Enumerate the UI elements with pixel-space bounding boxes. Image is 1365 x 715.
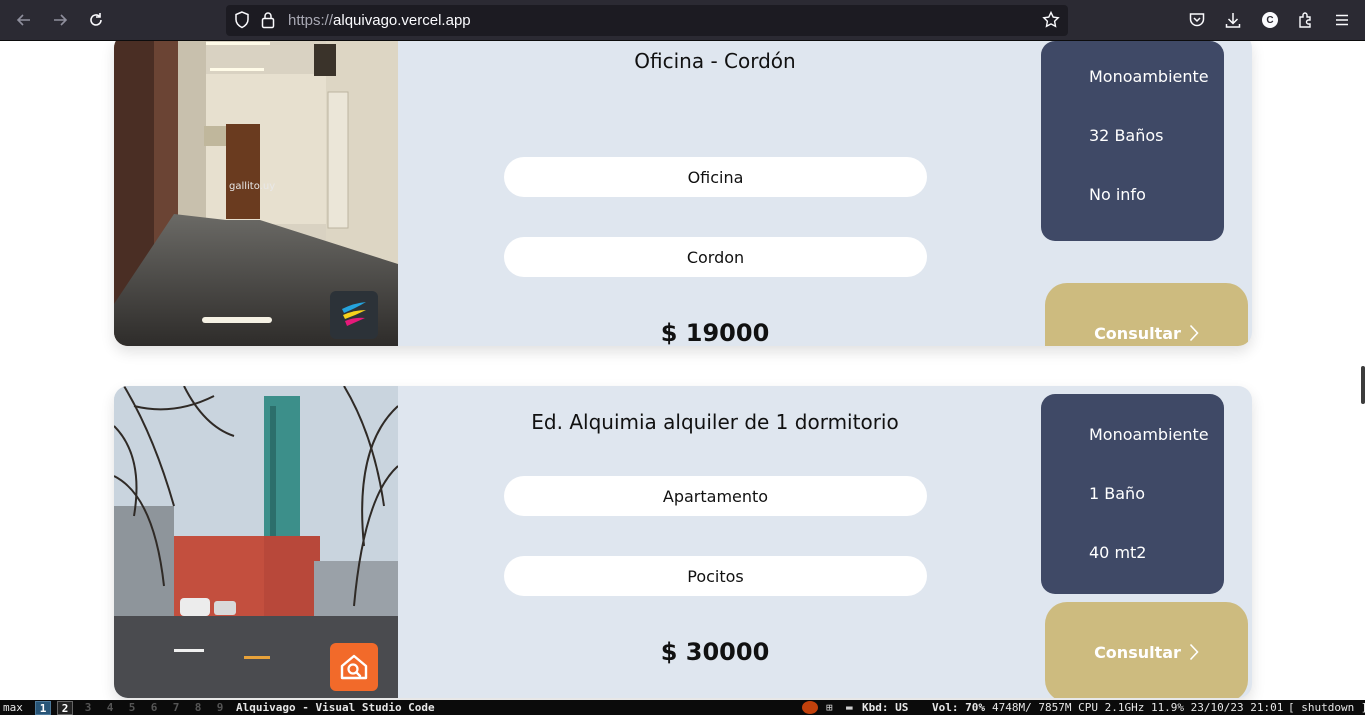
reload-icon[interactable] <box>84 8 108 32</box>
chevron-right-icon <box>1189 324 1199 342</box>
listing-price: $ 19000 <box>660 319 770 346</box>
listing-title: Oficina - Cordón <box>634 49 796 73</box>
gallito-logo <box>330 291 378 339</box>
network-tray-icon[interactable]: ⊞ <box>826 701 833 714</box>
baths-text: 32 Baños <box>1089 126 1164 145</box>
workspace-2[interactable]: 2 <box>57 701 73 715</box>
consultar-button[interactable]: Consultar <box>1045 602 1248 698</box>
url-scheme: https:// <box>288 12 334 29</box>
listing-title: Ed. Alquimia alquiler de 1 dormitorio <box>531 410 899 434</box>
volume-level: Vol: 70% <box>932 701 985 714</box>
system-stats: 4748M/ 7857M CPU 2.1GHz 11.9% 23/10/23 2… <box>992 701 1284 714</box>
battery-tray-icon[interactable]: ▬ <box>846 701 853 714</box>
account-icon[interactable]: C <box>1258 8 1282 32</box>
workspace-1[interactable]: 1 <box>35 701 51 715</box>
consultar-button[interactable]: Consultar <box>1045 283 1248 346</box>
keyboard-layout: Kbd: US <box>862 701 909 714</box>
downloads-icon[interactable] <box>1221 8 1245 32</box>
url-host: alquivago.vercel.app <box>333 12 471 29</box>
extensions-icon[interactable] <box>1294 8 1318 32</box>
window-title: Alquivago - Visual Studio Code <box>236 701 435 714</box>
account-avatar: C <box>1262 12 1278 28</box>
workspace-3[interactable]: 3 <box>80 701 96 715</box>
workspace-4[interactable]: 4 <box>102 701 118 715</box>
layout-mode: max <box>3 701 23 714</box>
area-text: 40 mt2 <box>1089 543 1147 562</box>
system-taskbar: max 1 2 3 4 5 6 7 8 9 Alquivago - Visual… <box>0 700 1365 715</box>
listing-card: gallito.uy Oficina - Cordón Oficina Cord… <box>114 41 1252 346</box>
bookmark-star-icon[interactable] <box>1042 10 1060 33</box>
browser-toolbar: https://alquivago.vercel.app C <box>0 0 1365 41</box>
area-text: No info <box>1089 185 1146 204</box>
property-type-pill: Apartamento <box>504 476 927 516</box>
page-scrollbar[interactable] <box>1361 366 1365 404</box>
watermark-text: gallito.uy <box>229 181 275 192</box>
infocasas-logo <box>330 643 378 691</box>
pocket-icon[interactable] <box>1185 8 1209 32</box>
property-type-pill: Oficina <box>504 157 927 197</box>
neighborhood-pill: Pocitos <box>504 556 927 596</box>
workspace-9[interactable]: 9 <box>212 701 228 715</box>
forward-icon[interactable] <box>48 8 72 32</box>
workspace-7[interactable]: 7 <box>168 701 184 715</box>
listing-photo[interactable]: gallito.uy <box>114 41 398 346</box>
neighborhood-pill: Cordon <box>504 237 927 277</box>
lock-icon[interactable] <box>261 11 275 33</box>
baths-text: 1 Baño <box>1089 484 1145 503</box>
rooms-text: Monoambiente <box>1089 67 1209 86</box>
web-page: gallito.uy Oficina - Cordón Oficina Cord… <box>0 41 1365 700</box>
workspace-8[interactable]: 8 <box>190 701 206 715</box>
menu-icon[interactable] <box>1330 8 1354 32</box>
chevron-right-icon <box>1189 643 1199 661</box>
listing-details-panel: Monoambiente 32 Baños No info <box>1041 41 1224 241</box>
url-text[interactable]: https://alquivago.vercel.app <box>288 12 471 29</box>
consultar-label: Consultar <box>1094 323 1181 343</box>
rooms-text: Monoambiente <box>1089 425 1209 444</box>
workspace-5[interactable]: 5 <box>124 701 140 715</box>
firefox-tray-icon[interactable] <box>802 701 818 714</box>
consultar-label: Consultar <box>1094 642 1181 662</box>
listing-card: Ed. Alquimia alquiler de 1 dormitorio Ap… <box>114 386 1252 698</box>
url-bar[interactable]: https://alquivago.vercel.app <box>226 5 1068 36</box>
shield-icon[interactable] <box>234 11 250 33</box>
back-icon[interactable] <box>12 8 36 32</box>
listing-price: $ 30000 <box>660 638 770 666</box>
workspace-6[interactable]: 6 <box>146 701 162 715</box>
listing-photo[interactable] <box>114 386 398 698</box>
listing-details-panel: Monoambiente 1 Baño 40 mt2 <box>1041 394 1224 594</box>
shutdown-button[interactable]: [ shutdown ] <box>1288 701 1365 714</box>
